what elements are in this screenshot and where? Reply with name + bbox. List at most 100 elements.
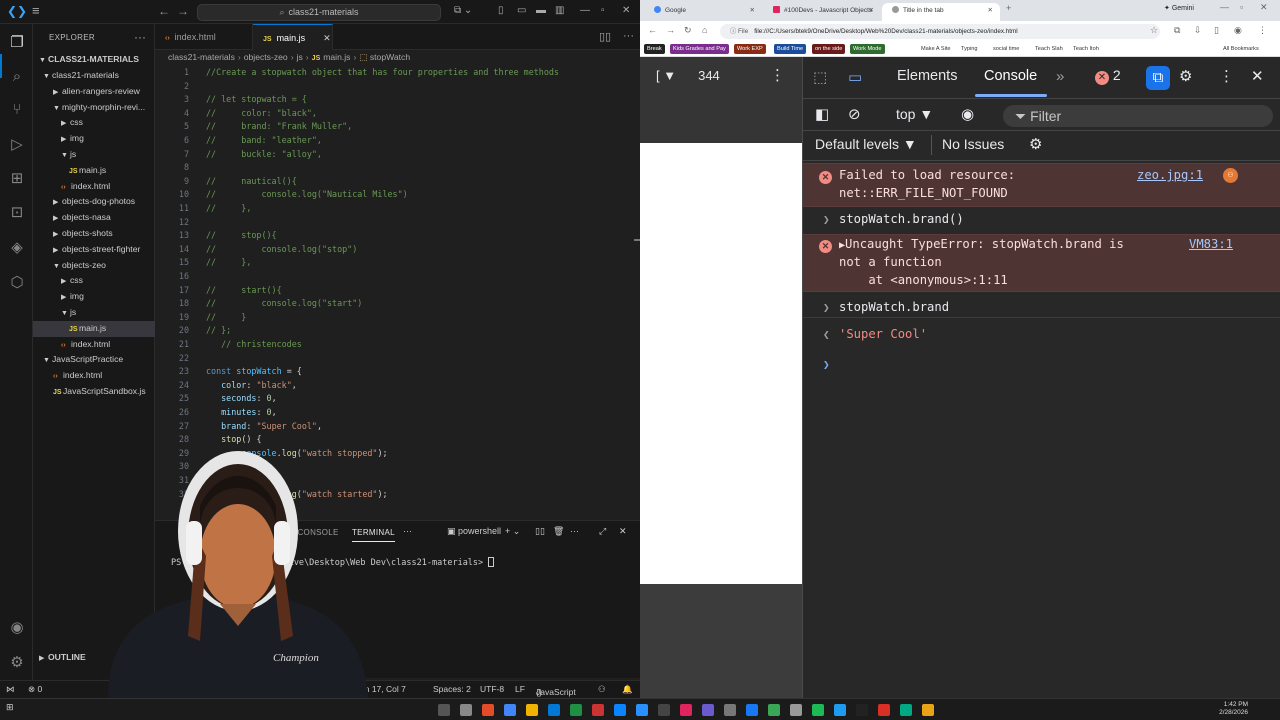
profile-avatar-icon[interactable]: ◉ [1234,25,1242,36]
browser-tab-100devs[interactable]: #100Devs - Javascript Objects ✕ [763,3,881,21]
tree-item[interactable]: ‹› index.html [33,368,155,384]
error-status-icon[interactable]: ⊗ 0 [28,684,42,695]
code-line[interactable]: color: "black", [206,379,297,393]
taskbar-app-icon[interactable] [592,704,604,716]
tree-item[interactable]: JSmain.js [33,163,155,179]
code-line[interactable]: // brand: "Frank Muller", [206,120,352,134]
taskbar-app-icon[interactable] [504,704,516,716]
copilot-icon[interactable]: ⧉ ⌄ [454,5,472,16]
taskbar-app-icon[interactable] [482,704,494,716]
forward-arrow-icon[interactable]: → [666,25,675,35]
tree-item[interactable]: ▼ objects-zeo [33,258,155,274]
source-control-icon[interactable]: ⑂ [8,101,26,119]
live-expression-eye-icon[interactable]: ◉ [961,105,974,123]
breadcrumb-item[interactable]: class21-materials [168,52,235,62]
bookmark-item[interactable]: Teach Slah [1032,44,1066,54]
address-bar[interactable]: ⓘ File file:///C:/Users/btek9/OneDrive/De… [720,24,1160,39]
taskbar-app-icon[interactable] [680,704,692,716]
hamburger-menu-icon[interactable]: ≡ [32,3,40,18]
minimize-icon[interactable]: — [580,5,590,16]
toggle-sidebar-icon[interactable]: ▯ [498,5,504,16]
taskbar-app-icon[interactable] [922,704,934,716]
containers-icon[interactable]: ⬡ [8,274,26,292]
tree-item[interactable]: ▶ objects-nasa [33,210,155,226]
gemini-button[interactable]: ✦ Gemini [1164,4,1194,12]
new-terminal-icon[interactable]: + ⌄ [505,526,520,537]
browser-tab-active[interactable]: Title in the tab ✕ [882,3,1000,21]
code-line[interactable]: // christencodes [206,338,302,352]
more-tabs-icon[interactable]: » [1056,68,1064,85]
code-line[interactable]: brand: "Super Cool", [206,420,322,434]
close-tab-icon[interactable]: ✕ [323,33,331,43]
taskbar-app-icon[interactable] [900,704,912,716]
taskbar-app-icon[interactable] [746,704,758,716]
sidebar-toggle-icon[interactable]: ◧ [815,105,829,123]
rendered-page[interactable] [640,143,802,584]
bookmark-item[interactable]: social time [990,44,1022,54]
home-icon[interactable]: ⌂ [702,25,707,35]
taskbar-app-icon[interactable] [460,704,472,716]
close-tab-icon[interactable]: ✕ [869,3,874,19]
breadcrumb-item[interactable]: objects-zeo [244,52,288,62]
explorer-icon[interactable]: ❐ [8,34,26,52]
sidepanel-icon[interactable]: ▯ [1214,25,1219,36]
minimize-icon[interactable]: — [1220,2,1229,12]
code-line[interactable]: // nautical(){ [206,175,297,189]
encoding[interactable]: UTF-8 [480,684,504,694]
tab-console[interactable]: Console [984,68,1037,84]
extensions-icon[interactable]: ⧉ [1174,25,1180,36]
code-line[interactable]: // }, [206,256,251,270]
bookmark-item[interactable]: Break [644,44,665,54]
kebab-menu-icon[interactable]: ⋮ [1258,25,1267,36]
maximize-icon[interactable]: ▫ [1240,2,1243,12]
code-line[interactable]: // }, [206,202,251,216]
start-icon[interactable]: ⊞ [6,702,18,714]
console-filter-input[interactable]: ⏷ Filter [1003,105,1273,127]
code-line[interactable]: const stopWatch = { [206,365,302,379]
kebab-menu-icon[interactable]: ⋮ [1219,67,1234,85]
tree-item[interactable]: ▼ js [33,147,155,163]
tree-item[interactable]: ‹› index.html [33,337,155,353]
more-actions-icon[interactable]: ··· [403,526,412,536]
taskbar-app-icon[interactable] [856,704,868,716]
trash-icon[interactable]: 🗑 [553,526,564,537]
code-line[interactable]: // console.log("start") [206,297,362,311]
tree-item[interactable]: ▶ objects-dog-photos [33,194,155,210]
code-line[interactable]: // color: "black", [206,107,317,121]
extensions-icon[interactable]: ⊞ [8,170,26,188]
split-editor-icon[interactable]: ▯▯ [599,30,611,43]
terminal-shell-selector[interactable]: ▣ powershell [447,526,501,537]
taskbar-app-icon[interactable] [570,704,582,716]
search-icon[interactable]: ⌕ [8,68,26,86]
taskbar-app-icon[interactable] [812,704,824,716]
taskbar-app-icon[interactable] [438,704,450,716]
bookmark-item[interactable]: All Bookmarks [1220,44,1262,54]
tree-item[interactable]: ▶ img [33,289,155,305]
bookmark-star-icon[interactable]: ☆ [1150,25,1158,36]
close-tab-icon[interactable]: ✕ [750,3,755,19]
bookmark-item[interactable]: on the side [812,44,846,54]
ai-assistance-icon[interactable]: ⧉ [1146,66,1170,90]
tree-item[interactable]: ▶ img [33,131,155,147]
tab-elements[interactable]: Elements [897,68,957,84]
remote-icon[interactable]: ⊡ [8,204,26,222]
back-arrow-icon[interactable]: ← [648,25,657,35]
settings-gear-icon[interactable]: ⚙ [8,654,26,672]
error-counter[interactable]: ✕ 2 [1095,67,1121,85]
code-line[interactable]: // let stopwatch = { [206,93,307,107]
new-tab-icon[interactable]: + [1006,3,1011,13]
device-toolbar-icon[interactable]: ▭ [848,68,862,86]
close-panel-icon[interactable]: ✕ [619,526,627,537]
more-actions-icon[interactable]: ··· [623,30,634,42]
code-line[interactable]: // }; [206,324,231,338]
tree-item[interactable]: ▶ alien-rangers-review [33,84,155,100]
downloads-icon[interactable]: ⇩ [1194,25,1202,36]
tree-item[interactable]: JSJavaScriptSandbox.js [33,384,155,400]
bookmark-item[interactable]: Typing [958,44,980,54]
taskbar-app-icon[interactable] [702,704,714,716]
taskbar-app-icon[interactable] [614,704,626,716]
account-icon[interactable]: ◉ [8,619,26,637]
taskbar-app-icon[interactable] [768,704,780,716]
tree-item[interactable]: JSmain.js [33,320,155,337]
bookmark-item[interactable]: Make A Site [918,44,954,54]
